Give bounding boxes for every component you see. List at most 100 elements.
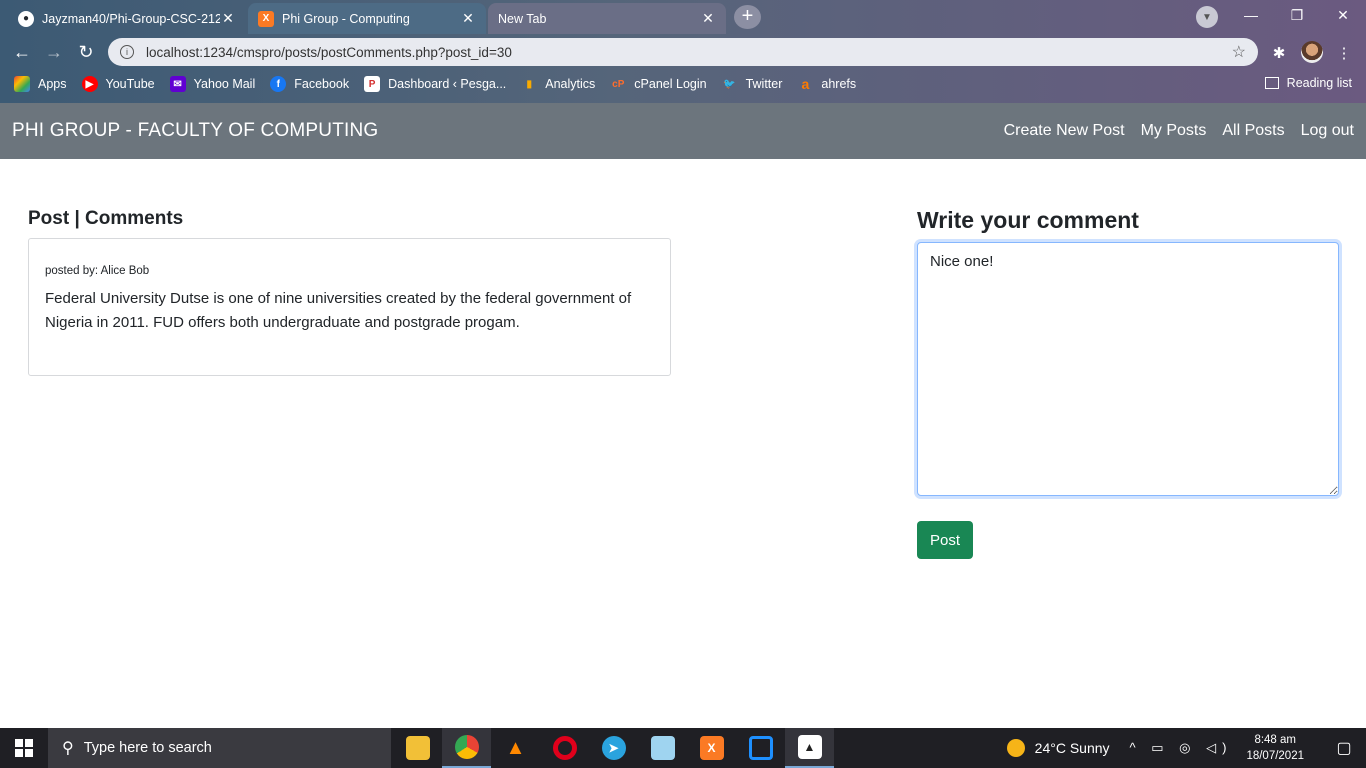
clock-date: 18/07/2021	[1246, 750, 1304, 762]
reading-list-button[interactable]: Reading list	[1264, 76, 1352, 90]
minimize-button[interactable]: —	[1228, 0, 1274, 30]
taskbar-search[interactable]: ⚲ Type here to search	[48, 728, 391, 768]
post-card: posted by: Alice Bob Federal University …	[28, 238, 671, 376]
tray-status-icons[interactable]: ^ ▭ ◎ ◁)	[1130, 740, 1233, 756]
site-brand[interactable]: PHI GROUP - FACULTY OF COMPUTING	[12, 120, 378, 142]
browser-chrome: ● Jayzman40/Phi-Group-CSC-212: ✕ X Phi G…	[0, 0, 1366, 103]
apps-grid-icon	[14, 76, 30, 92]
pesga-icon: P	[364, 76, 381, 92]
photos-icon: ▲	[797, 735, 822, 759]
nav-all-posts[interactable]: All Posts	[1222, 122, 1284, 140]
system-tray: 24°C Sunny ^ ▭ ◎ ◁) 8:48 am 18/07/2021 ▢	[1006, 728, 1366, 768]
post-author: posted by: Alice Bob	[45, 265, 150, 277]
comment-heading: Write your comment	[917, 207, 1139, 233]
nav-links: Create New Post My Posts All Posts Log o…	[988, 122, 1354, 140]
ahrefs-icon: a	[801, 76, 810, 92]
notepad-icon	[650, 736, 675, 760]
post-section: Post | Comments posted by: Alice Bob Fed…	[28, 208, 671, 376]
menu-kebab-icon[interactable]: ⋮	[1333, 42, 1355, 64]
bookmark-label: Facebook	[294, 77, 350, 91]
windows-logo-icon	[15, 739, 33, 757]
notification-icon[interactable]: ▢	[1322, 728, 1366, 768]
close-icon[interactable]: ✕	[700, 10, 716, 27]
reload-icon[interactable]: ↻	[74, 40, 98, 64]
nav-my-posts[interactable]: My Posts	[1141, 122, 1207, 140]
taskbar-photos[interactable]: ▲	[785, 728, 834, 768]
close-icon[interactable]: ✕	[460, 10, 476, 27]
taskbar-telegram[interactable]: ➤	[589, 728, 638, 768]
bookmark-label: Twitter	[745, 77, 783, 91]
back-arrow-icon[interactable]: ←	[10, 40, 34, 64]
tab-strip: ● Jayzman40/Phi-Group-CSC-212: ✕ X Phi G…	[0, 0, 1366, 34]
bookmark-label: Dashboard ‹ Pesga...	[388, 77, 507, 91]
nav-create-new-post[interactable]: Create New Post	[1004, 122, 1125, 140]
taskbar-file-explorer[interactable]	[393, 728, 442, 768]
profile-avatar[interactable]	[1301, 41, 1323, 63]
extensions-puzzle-icon[interactable]: ✱	[1268, 42, 1290, 64]
nav-log-out[interactable]: Log out	[1301, 122, 1354, 140]
folder-icon	[405, 736, 430, 760]
taskbar-vscode[interactable]	[736, 728, 785, 768]
new-tab-button[interactable]: +	[734, 5, 761, 29]
tab-phi-group[interactable]: X Phi Group - Computing ✕	[248, 3, 486, 34]
comment-textarea[interactable]: Nice one!	[917, 242, 1339, 496]
reading-list-label: Reading list	[1286, 76, 1352, 90]
bookmark-dashboard-pesga[interactable]: P Dashboard ‹ Pesga...	[364, 76, 506, 92]
start-button[interactable]	[0, 728, 48, 768]
post-comment-button[interactable]: Post	[917, 521, 973, 559]
close-window-button[interactable]: ✕	[1320, 0, 1366, 30]
site-navbar: PHI GROUP - FACULTY OF COMPUTING Create …	[0, 103, 1366, 159]
bookmark-twitter[interactable]: 🐦 Twitter	[722, 76, 783, 92]
taskbar-vlc[interactable]: ▲	[491, 728, 540, 768]
weather-text[interactable]: 24°C Sunny	[1035, 740, 1110, 756]
bookmark-analytics[interactable]: ▮ Analytics	[521, 76, 596, 92]
bookmark-label: ahrefs	[821, 77, 857, 91]
restore-button[interactable]: ❐	[1274, 0, 1320, 30]
taskbar-clock[interactable]: 8:48 am 18/07/2021	[1246, 732, 1304, 764]
analytics-icon: ▮	[526, 78, 533, 90]
cpanel-icon: cP	[612, 78, 625, 90]
telegram-icon: ➤	[601, 736, 626, 760]
github-icon: ●	[18, 10, 34, 27]
code-editor-icon	[748, 736, 773, 760]
opera-icon	[552, 736, 577, 760]
twitter-icon: 🐦	[723, 78, 736, 90]
info-icon[interactable]: i	[120, 45, 134, 59]
taskbar-notepad[interactable]	[638, 728, 687, 768]
bookmark-star-icon[interactable]: ☆	[1232, 42, 1246, 62]
facebook-icon: f	[270, 76, 287, 92]
vlc-cone-icon: ▲	[505, 736, 526, 759]
post-heading: Post | Comments	[28, 208, 184, 229]
bookmark-label: Apps	[38, 77, 67, 91]
bookmark-label: YouTube	[105, 77, 155, 91]
bookmark-ahrefs[interactable]: a ahrefs	[797, 76, 856, 92]
tab-search-icon[interactable]: ▼	[1196, 6, 1218, 28]
search-placeholder: Type here to search	[83, 740, 212, 756]
tab-title: Jayzman40/Phi-Group-CSC-212:	[42, 11, 220, 26]
clock-time: 8:48 am	[1254, 734, 1296, 746]
chrome-icon	[454, 735, 479, 759]
taskbar-xampp[interactable]: X	[687, 728, 736, 768]
tab-github[interactable]: ● Jayzman40/Phi-Group-CSC-212: ✕	[8, 3, 246, 34]
bookmarks-bar: Apps ▶ YouTube ✉ Yahoo Mail f Facebook P…	[0, 70, 1366, 98]
search-icon: ⚲	[62, 740, 74, 757]
post-body: Federal University Dutse is one of nine …	[45, 290, 632, 331]
tab-title: New Tab	[498, 11, 547, 26]
comment-section: Write your comment Nice one!	[917, 207, 1339, 501]
bookmark-yahoo-mail[interactable]: ✉ Yahoo Mail	[169, 76, 256, 92]
bookmark-cpanel[interactable]: cP cPanel Login	[610, 76, 706, 92]
bookmark-apps[interactable]: Apps	[14, 76, 67, 92]
address-bar[interactable]: i localhost:1234/cmspro/posts/postCommen…	[108, 38, 1258, 66]
windows-taskbar: ⚲ Type here to search ▲ ➤ X ▲ 24°C Sunny…	[0, 728, 1366, 768]
bookmark-facebook[interactable]: f Facebook	[270, 76, 349, 92]
taskbar-opera[interactable]	[540, 728, 589, 768]
forward-arrow-icon[interactable]: →	[42, 40, 66, 64]
tab-new[interactable]: New Tab ✕	[488, 3, 726, 34]
bookmark-label: Yahoo Mail	[193, 77, 256, 91]
xampp-icon: X	[258, 10, 274, 27]
bookmark-youtube[interactable]: ▶ YouTube	[81, 76, 155, 92]
bookmark-label: Analytics	[545, 77, 596, 91]
tab-title: Phi Group - Computing	[282, 11, 410, 26]
close-icon[interactable]: ✕	[220, 10, 236, 27]
taskbar-chrome[interactable]	[442, 728, 491, 768]
